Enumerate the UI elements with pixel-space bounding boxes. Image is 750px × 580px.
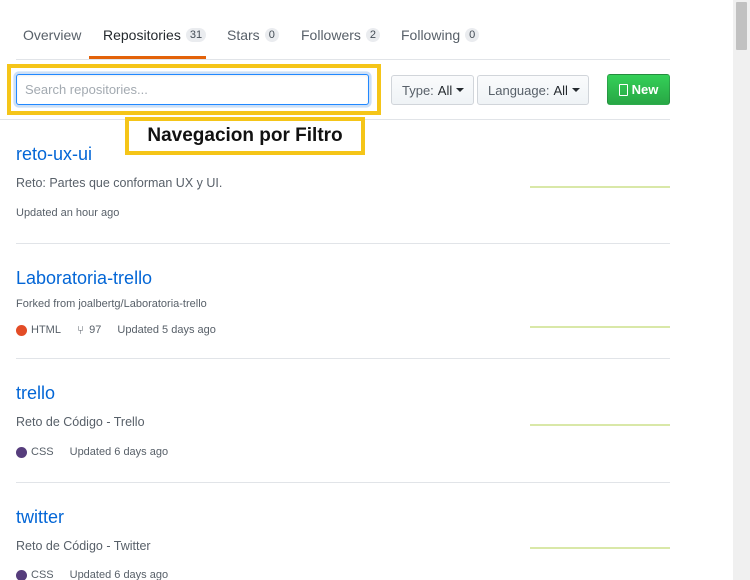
activity-sparkline <box>530 186 670 188</box>
repo-list-item: twitter Reto de Código - Twitter CSS Upd… <box>16 483 670 580</box>
language-filter-value: All <box>553 82 568 98</box>
scrollbar-thumb[interactable] <box>736 2 747 50</box>
tab-repositories[interactable]: Repositories 31 <box>103 27 207 43</box>
type-filter-button[interactable]: Type: All <box>391 75 474 105</box>
repo-meta: CSS Updated 6 days ago <box>16 446 184 458</box>
repo-list-item: trello Reto de Código - Trello CSS Updat… <box>16 359 670 483</box>
repo-updated: Updated 5 days ago <box>117 324 216 336</box>
language-name: HTML <box>31 324 61 336</box>
tab-label: Followers <box>301 27 361 43</box>
repo-list-item: Laboratoria-trello Forked from joalbertg… <box>16 244 670 359</box>
tab-label: Repositories <box>103 27 181 43</box>
repo-name-link[interactable]: reto-ux-ui <box>16 144 92 165</box>
repo-description: Reto: Partes que conforman UX y UI. <box>16 176 223 190</box>
language-color-dot <box>16 446 27 458</box>
repo-updated: Updated 6 days ago <box>69 569 169 580</box>
repo-meta: CSS Updated 6 days ago <box>16 569 184 580</box>
repo-language: CSS <box>16 569 54 580</box>
tab-count: 2 <box>365 28 381 42</box>
repo-forked-from: Forked from joalbertg/Laboratoria-trello <box>16 298 207 310</box>
repo-forks-link[interactable]: ⑂ 97 <box>77 323 101 337</box>
new-repository-button[interactable]: New <box>607 74 670 105</box>
tab-count: 31 <box>185 28 207 42</box>
new-button-label: New <box>631 82 659 97</box>
tab-count: 0 <box>465 28 480 42</box>
tab-count: 0 <box>264 28 279 42</box>
repo-name-link[interactable]: twitter <box>16 507 64 528</box>
repo-icon <box>618 83 628 96</box>
tab-overview[interactable]: Overview <box>23 27 81 43</box>
language-name: CSS <box>31 569 54 580</box>
language-filter-button[interactable]: Language: All <box>477 75 589 105</box>
fork-icon: ⑂ <box>76 323 85 337</box>
tab-followers[interactable]: Followers 2 <box>301 27 381 43</box>
fork-count: 97 <box>89 324 102 336</box>
repo-name-link[interactable]: Laboratoria-trello <box>16 268 152 289</box>
selected-tab-underline <box>89 56 206 59</box>
repo-language: CSS <box>16 446 54 458</box>
activity-sparkline <box>530 424 670 426</box>
tab-label: Stars <box>227 27 260 43</box>
language-color-dot <box>16 324 27 336</box>
tab-stars[interactable]: Stars 0 <box>227 27 279 43</box>
activity-sparkline <box>530 547 670 549</box>
type-filter-value: All <box>437 82 453 98</box>
profile-tabs: Overview Repositories 31 Stars 0 Followe… <box>16 0 670 60</box>
tab-label: Overview <box>23 27 82 43</box>
language-name: CSS <box>31 446 54 458</box>
caret-down-icon <box>456 88 465 92</box>
activity-sparkline <box>530 326 670 328</box>
type-filter-label: Type: <box>402 82 434 98</box>
language-filter-label: Language: <box>488 82 550 98</box>
search-input[interactable] <box>16 74 369 105</box>
tab-following[interactable]: Following 0 <box>401 27 480 43</box>
language-color-dot <box>16 569 27 580</box>
repo-list-item: reto-ux-ui Reto: Partes que conforman UX… <box>16 120 670 244</box>
vertical-scrollbar[interactable] <box>733 0 750 580</box>
repo-meta: Updated an hour ago <box>16 207 135 219</box>
repo-description: Reto de Código - Trello <box>16 415 145 429</box>
repo-name-link[interactable]: trello <box>16 383 55 404</box>
repo-meta: HTML ⑂ 97 Updated 5 days ago <box>16 323 232 337</box>
repo-description: Reto de Código - Twitter <box>16 539 151 553</box>
caret-down-icon <box>571 88 580 92</box>
repo-updated: Updated 6 days ago <box>69 446 169 458</box>
tab-label: Following <box>401 27 461 43</box>
repo-updated: Updated an hour ago <box>16 207 120 219</box>
repo-language: HTML <box>16 324 61 336</box>
